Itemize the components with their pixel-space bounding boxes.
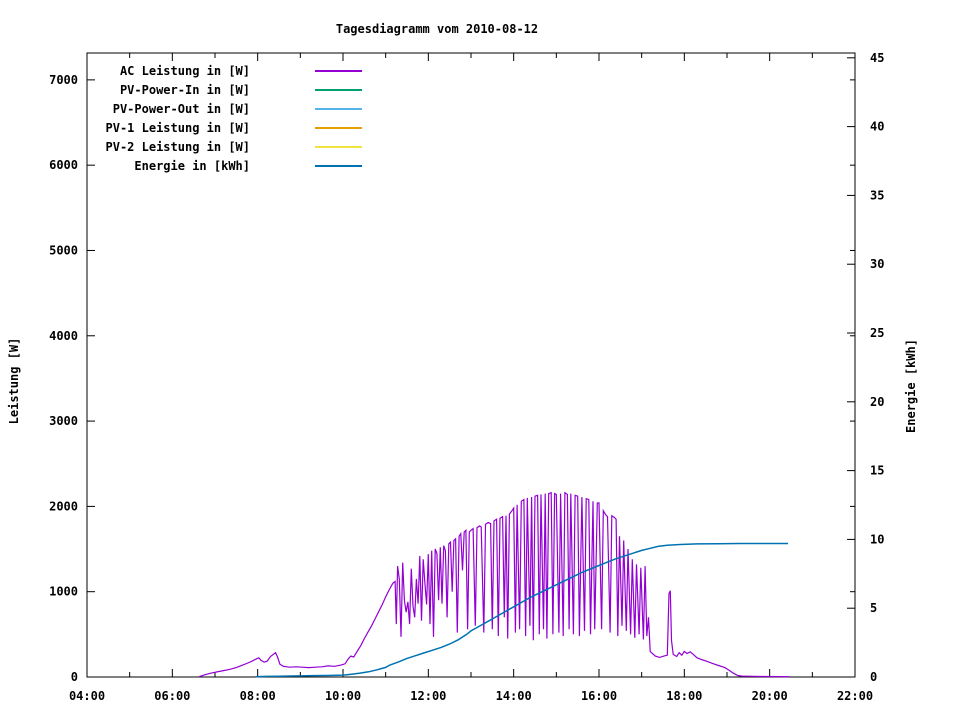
- series-line-ac-leistung: [198, 491, 790, 678]
- legend-line-sample-pv-power-out: [315, 108, 362, 110]
- x-tick-label: 14:00: [496, 689, 532, 703]
- y-right-tick-label: 5: [870, 601, 877, 615]
- legend-line-sample-ac-leistung: [315, 70, 362, 72]
- gnuplot-day-diagram: { "chart_data": { "type": "line", "title…: [0, 0, 960, 720]
- legend-label-ac-leistung: AC Leistung in [W]: [119, 64, 250, 78]
- x-tick-label: 22:00: [837, 689, 873, 703]
- x-tick-label: 04:00: [69, 689, 105, 703]
- series-line-energie: [255, 542, 788, 678]
- y-right-tick-label: 20: [870, 395, 884, 409]
- y-right-tick-label: 40: [870, 120, 884, 134]
- y-right-tick-label: 25: [870, 326, 884, 340]
- x-tick-label: 18:00: [666, 689, 702, 703]
- legend-line-sample-pv1-leistung: [315, 127, 362, 129]
- legend-line-sample-energie: [315, 165, 362, 167]
- chart-title: Tagesdiagramm vom 2010-08-12: [335, 22, 539, 36]
- y-left-tick-label: 3000: [49, 414, 78, 428]
- legend-label-pv-power-out: PV-Power-Out in [W]: [112, 102, 250, 116]
- legend-line-sample-pv2-leistung: [315, 146, 362, 148]
- y-right-tick-label: 35: [870, 188, 884, 202]
- y-right-tick-label: 15: [870, 464, 884, 478]
- y-left-tick-label: 4000: [49, 329, 78, 343]
- y-left-tick-label: 5000: [49, 243, 78, 257]
- y-left-axis-title: Leistung [W]: [7, 337, 21, 425]
- y-right-tick-label: 10: [870, 532, 884, 546]
- x-tick-label: 20:00: [752, 689, 788, 703]
- legend-label-pv1-leistung: PV-1 Leistung in [W]: [105, 121, 251, 135]
- legend-label-pv2-leistung: PV-2 Leistung in [W]: [105, 140, 251, 154]
- y-right-tick-label: 0: [870, 670, 877, 684]
- x-tick-label: 06:00: [154, 689, 190, 703]
- y-right-axis-title: Energie [kWh]: [904, 339, 918, 433]
- legend-label-pv-power-in: PV-Power-In in [W]: [119, 83, 250, 97]
- y-right-tick-label: 45: [870, 51, 884, 65]
- x-tick-label: 10:00: [325, 689, 361, 703]
- y-left-tick-label: 2000: [49, 499, 78, 513]
- x-tick-label: 12:00: [410, 689, 446, 703]
- legend-line-sample-pv-power-in: [315, 89, 362, 91]
- x-tick-label: 16:00: [581, 689, 617, 703]
- y-right-tick-label: 30: [870, 257, 884, 271]
- legend-label-energie: Energie in [kWh]: [134, 159, 250, 173]
- x-tick-label: 08:00: [240, 689, 276, 703]
- y-left-tick-label: 0: [71, 670, 78, 684]
- y-left-tick-label: 1000: [49, 585, 78, 599]
